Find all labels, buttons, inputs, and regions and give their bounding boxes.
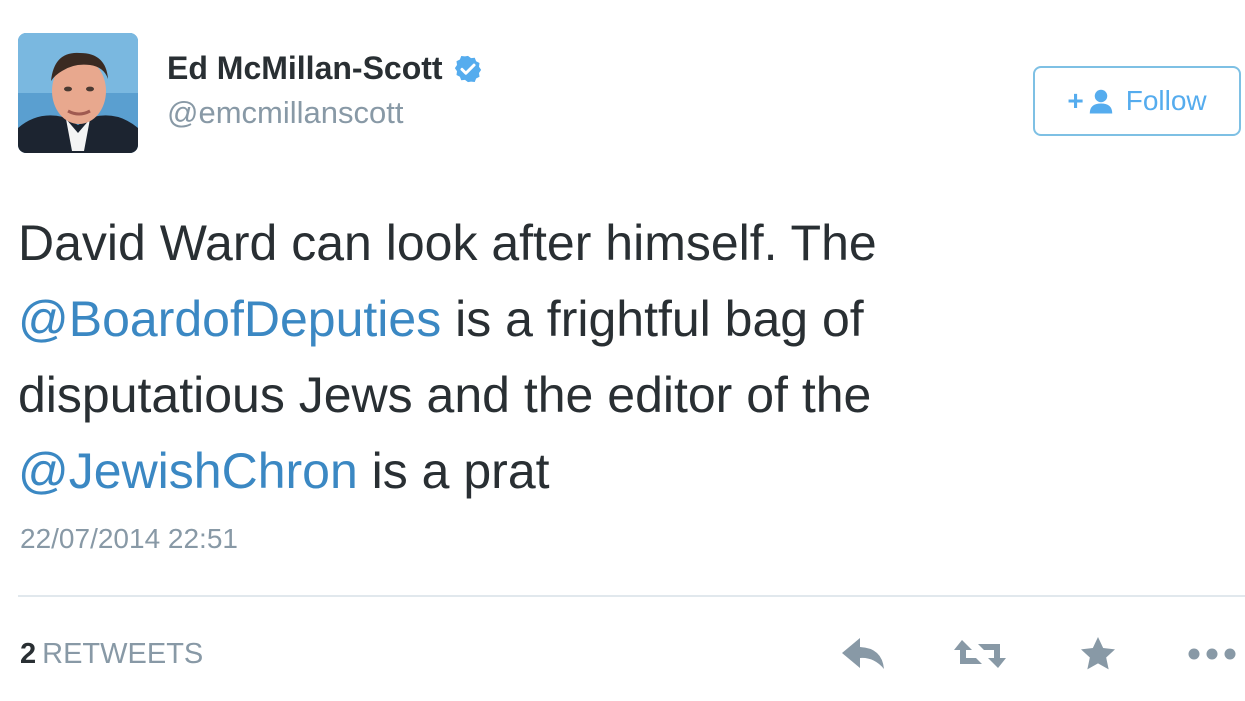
follow-label: Follow — [1125, 85, 1207, 116]
tweet-line: @BoardofDeputies is a frightful bag of — [18, 281, 1218, 357]
tweet-timestamp[interactable]: 22/07/2014 22:51 — [20, 523, 238, 555]
tweet-text-segment: is a prat — [357, 443, 550, 499]
more-button[interactable] — [1184, 632, 1240, 680]
tweet-line: David Ward can look after himself. The — [18, 205, 1218, 281]
tweet-line: disputatious Jews and the editor of the — [18, 357, 1218, 433]
favorite-button[interactable] — [1073, 632, 1123, 680]
mention-link[interactable]: @BoardofDeputies — [18, 291, 441, 347]
tweet-text-segment: disputatious Jews and the editor of the — [18, 367, 872, 423]
star-icon — [1077, 634, 1119, 679]
verified-badge-icon — [453, 54, 483, 84]
reply-icon — [840, 636, 888, 677]
reply-button[interactable] — [836, 632, 892, 680]
tweet-line: @JewishChron is a prat — [18, 433, 1218, 509]
tweet-text: David Ward can look after himself. The @B… — [18, 205, 1218, 509]
retweet-button[interactable] — [950, 632, 1010, 680]
more-icon — [1186, 646, 1238, 667]
follow-plus: + — [1067, 85, 1084, 116]
divider — [18, 595, 1245, 597]
follow-button[interactable]: + Follow — [1033, 66, 1241, 136]
retweet-count: 2 — [20, 638, 37, 670]
mention-link[interactable]: @JewishChron — [18, 443, 358, 499]
author-name[interactable]: Ed McMillan-Scott — [167, 50, 483, 87]
tweet-text-segment: is a frightful bag of — [441, 291, 864, 347]
author-name-text[interactable]: Ed McMillan-Scott — [167, 50, 443, 87]
retweet-label: RETWEETS — [42, 638, 204, 670]
retweet-stats[interactable]: 2 RETWEETS — [20, 638, 203, 671]
follow-person-icon: + — [1067, 85, 1115, 117]
author-handle[interactable]: @emcmillanscott — [167, 95, 403, 131]
tweet-text-segment: David Ward can look after himself. The — [18, 215, 877, 271]
avatar[interactable] — [18, 33, 138, 153]
retweet-icon — [952, 636, 1008, 677]
